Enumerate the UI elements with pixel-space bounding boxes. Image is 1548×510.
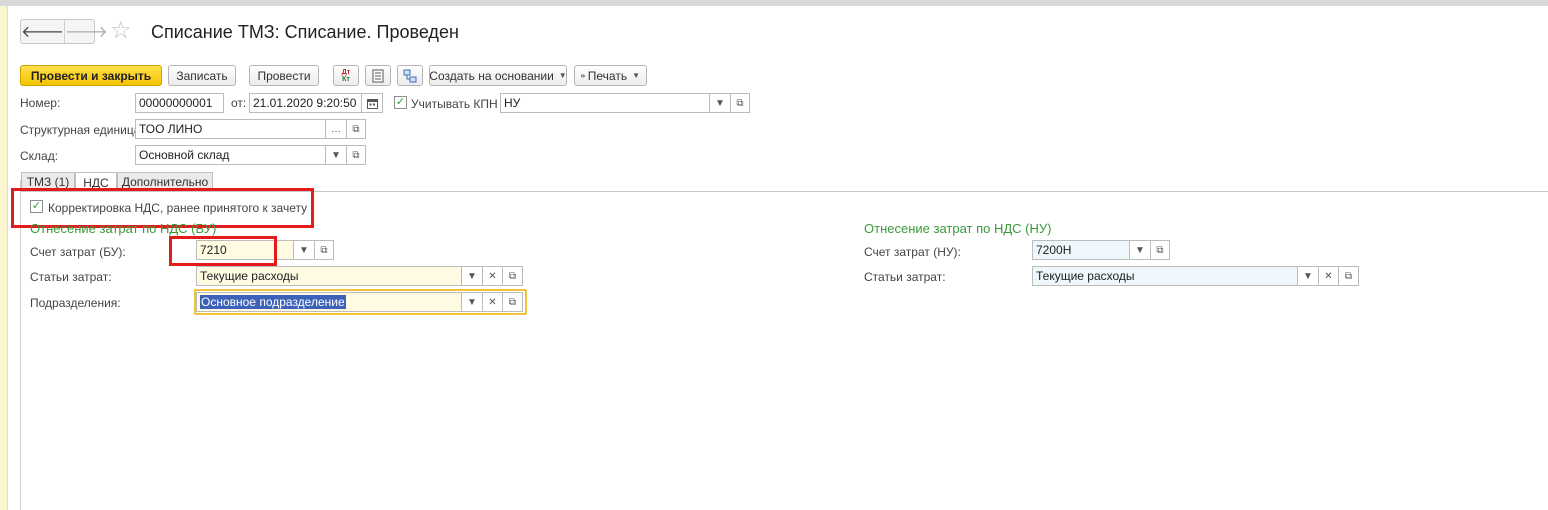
- nu-account-label: Счет затрат (НУ):: [864, 245, 961, 259]
- bu-account-label: Счет затрат (БУ):: [30, 245, 126, 259]
- nu-section-title: Отнесение затрат по НДС (НУ): [864, 221, 1052, 236]
- calendar-icon[interactable]: [361, 93, 383, 113]
- bu-items-label: Статьи затрат:: [30, 270, 112, 284]
- bu-items-field[interactable]: Текущие расходы: [196, 266, 462, 286]
- unit-label: Структурная единица:: [20, 123, 144, 137]
- red-highlight-box: [169, 236, 277, 266]
- bu-dept-label: Подразделения:: [30, 296, 121, 310]
- printer-icon: [581, 73, 585, 78]
- nu-account-field[interactable]: 7200Н: [1032, 240, 1130, 260]
- open-form-icon[interactable]: ⧉: [1338, 266, 1359, 286]
- dt-kt-icon: Дт Кт: [341, 68, 351, 83]
- journal-button[interactable]: [365, 65, 391, 86]
- chevron-down-icon[interactable]: ▼: [1297, 266, 1319, 286]
- nu-items-label: Статьи затрат:: [864, 270, 946, 284]
- chevron-down-icon[interactable]: ▼: [461, 292, 483, 312]
- hierarchy-icon: [403, 69, 417, 82]
- open-form-icon[interactable]: ⧉: [730, 93, 750, 113]
- open-form-icon[interactable]: ⧉: [502, 292, 523, 312]
- window-top-bar: [0, 0, 1548, 6]
- print-label: Печать: [587, 68, 628, 83]
- list-document-icon: [372, 69, 384, 82]
- clear-icon[interactable]: ✕: [482, 292, 503, 312]
- kpn-select[interactable]: НУ: [500, 93, 710, 113]
- open-form-icon[interactable]: ⧉: [346, 145, 366, 165]
- open-form-icon[interactable]: ⧉: [314, 240, 334, 260]
- bu-dept-field[interactable]: Основное подразделение: [196, 292, 462, 312]
- chevron-down-icon: ▼: [558, 71, 567, 80]
- create-based-on-label: Создать на основании: [429, 68, 554, 83]
- chevron-down-icon: ▼: [632, 71, 640, 80]
- open-form-icon[interactable]: ⧉: [502, 266, 523, 286]
- nav-buttons: 🡐 🡒: [20, 19, 108, 44]
- warehouse-field[interactable]: Основной склад: [135, 145, 326, 165]
- save-button[interactable]: Записать: [168, 65, 236, 86]
- ellipsis-select-icon[interactable]: …: [325, 119, 347, 139]
- kpn-label: Учитывать КПН: [411, 97, 498, 111]
- chevron-down-icon[interactable]: ▼: [709, 93, 731, 113]
- page-title: Списание ТМЗ: Списание. Проведен: [151, 22, 459, 42]
- back-arrow-icon[interactable]: 🡐: [21, 20, 64, 43]
- unit-field[interactable]: ТОО ЛИНО: [135, 119, 326, 139]
- post-button[interactable]: Провести: [249, 65, 319, 86]
- chevron-down-icon[interactable]: ▼: [461, 266, 483, 286]
- bu-section-title: Отнесение затрат по НДС (БУ): [30, 221, 217, 236]
- forward-arrow-icon[interactable]: 🡒: [63, 20, 108, 43]
- print-button[interactable]: Печать ▼: [574, 65, 647, 86]
- structure-button[interactable]: [397, 65, 423, 86]
- date-label: от:: [231, 96, 247, 110]
- open-form-icon[interactable]: ⧉: [1150, 240, 1170, 260]
- chevron-down-icon[interactable]: ▼: [1129, 240, 1151, 260]
- favorite-star-icon[interactable]: ☆: [110, 17, 132, 45]
- clear-icon[interactable]: ✕: [482, 266, 503, 286]
- post-and-close-button[interactable]: Провести и закрыть: [20, 65, 162, 86]
- warehouse-label: Склад:: [20, 149, 59, 163]
- chevron-down-icon[interactable]: ▼: [325, 145, 347, 165]
- bu-dept-value: Основное подразделение: [200, 295, 346, 309]
- clear-icon[interactable]: ✕: [1318, 266, 1339, 286]
- number-label: Номер:: [20, 96, 61, 110]
- form-left-border: [20, 180, 21, 510]
- open-form-icon[interactable]: ⧉: [346, 119, 366, 139]
- nu-items-field[interactable]: Текущие расходы: [1032, 266, 1298, 286]
- left-panel-strip: [0, 6, 8, 510]
- kpn-checkbox[interactable]: ✓: [394, 96, 407, 109]
- date-field[interactable]: 21.01.2020 9:20:50: [249, 93, 362, 113]
- dt-kt-report-button[interactable]: Дт Кт: [333, 65, 359, 86]
- chevron-down-icon[interactable]: ▼: [293, 240, 315, 260]
- number-field[interactable]: 00000000001: [135, 93, 224, 113]
- create-based-on-button[interactable]: Создать на основании ▼: [429, 65, 567, 86]
